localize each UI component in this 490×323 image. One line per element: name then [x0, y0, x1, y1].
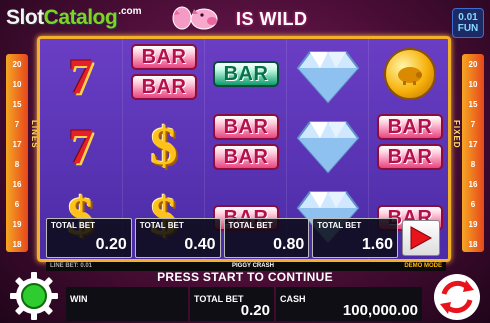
symbol-seven: 7 — [44, 45, 118, 107]
paylines-right-strip: 20 10 15 7 17 8 16 6 19 18 — [462, 54, 484, 252]
spin-button-icon[interactable] — [432, 272, 482, 322]
bet-option-label: TOTAL BET — [228, 221, 273, 230]
cash-value: 100,000.00 — [342, 302, 418, 319]
fun-credit-badge[interactable]: 0.01 FUN — [452, 8, 484, 38]
diamond-icon — [296, 121, 360, 174]
diamond-icon — [296, 51, 360, 104]
win-label: WIN — [70, 294, 88, 304]
fun-value: 0.01 — [458, 12, 478, 23]
symbol-double-bar: BAR BAR — [373, 111, 447, 173]
bar-icon: BAR — [131, 44, 197, 70]
symbol-diamond — [291, 115, 365, 177]
total-bet-value: 0.20 — [240, 302, 270, 319]
bet-option-value: 0.40 — [184, 236, 216, 253]
line-number[interactable]: 10 — [6, 80, 28, 89]
symbol-diamond — [291, 45, 365, 107]
status-message: PRESS START TO CONTINUE — [157, 270, 333, 284]
piggy-coin-icon — [384, 48, 436, 100]
line-number[interactable]: 15 — [6, 100, 28, 109]
paylines-left-strip: 20 10 15 7 17 8 16 6 19 18 — [6, 54, 28, 252]
bet-option-label: TOTAL BET — [139, 221, 184, 230]
line-number[interactable]: 16 — [6, 180, 28, 189]
piggy-wild-icon — [172, 6, 218, 30]
line-number[interactable]: 19 — [6, 220, 28, 229]
game-screen: Slot Catalog .com IS WILD 0.01 FUN 20 10… — [0, 0, 490, 323]
logo-catalog: Catalog — [43, 6, 118, 29]
line-number[interactable]: 19 — [462, 220, 484, 229]
bet-option-0-80[interactable]: TOTAL BET 0.80 — [223, 218, 310, 258]
bar-icon: BAR — [213, 114, 279, 140]
cash-label: CASH — [280, 294, 306, 304]
play-icon — [410, 226, 433, 250]
bet-option-label: TOTAL BET — [51, 221, 95, 230]
win-display: WIN — [66, 287, 188, 321]
slotcatalog-logo: Slot Catalog .com — [6, 6, 142, 36]
seven-icon: 7 — [68, 118, 94, 174]
dollar-icon: $ — [150, 116, 178, 176]
logo-slot: Slot — [6, 6, 44, 29]
bar-icon: BAR — [377, 114, 443, 140]
line-number[interactable]: 18 — [6, 240, 28, 249]
symbol-green-bar: BAR — [209, 43, 283, 105]
logo-com: .com — [118, 6, 142, 17]
settings-gear-icon[interactable] — [8, 270, 60, 322]
line-number[interactable]: 17 — [462, 140, 484, 149]
total-bet-display: TOTAL BET 0.20 — [190, 287, 274, 321]
bet-option-1-60[interactable]: TOTAL BET 1.60 — [312, 218, 398, 258]
bottom-panel: WIN TOTAL BET 0.20 CASH 100,000.00 — [66, 287, 422, 321]
total-bet-label: TOTAL BET — [194, 294, 244, 304]
seven-icon: 7 — [68, 48, 94, 104]
bar-icon: BAR — [377, 144, 443, 170]
bet-option-label: TOTAL BET — [317, 221, 362, 230]
bet-option-value: 1.60 — [361, 236, 393, 253]
bet-option-value: 0.20 — [95, 236, 127, 253]
game-name: PIGGY CRASH — [232, 263, 274, 269]
green-bar-icon: BAR — [213, 61, 279, 87]
line-number[interactable]: 6 — [462, 200, 484, 209]
cash-display: CASH 100,000.00 — [276, 287, 422, 321]
line-number[interactable]: 18 — [462, 240, 484, 249]
fixed-label: FIXED — [452, 120, 461, 149]
bet-option-0-40[interactable]: TOTAL BET 0.40 — [134, 218, 221, 258]
bar-icon: BAR — [131, 74, 197, 100]
line-number[interactable]: 7 — [6, 120, 28, 129]
bet-option-value: 0.80 — [273, 236, 305, 253]
symbol-coin — [373, 43, 447, 105]
line-number[interactable]: 20 — [462, 60, 484, 69]
demo-mode-text: DEMO MODE — [404, 263, 442, 269]
line-number[interactable]: 8 — [6, 160, 28, 169]
symbol-dollar: $ — [127, 115, 201, 177]
line-number[interactable]: 10 — [462, 80, 484, 89]
bet-option-0-20[interactable]: TOTAL BET 0.20 — [46, 218, 132, 258]
symbol-double-bar: BAR BAR — [209, 111, 283, 173]
line-number[interactable]: 8 — [462, 160, 484, 169]
line-number[interactable]: 20 — [6, 60, 28, 69]
symbol-seven: 7 — [44, 115, 118, 177]
play-arrow-button[interactable] — [402, 220, 440, 256]
wild-banner-text: IS WILD — [236, 9, 308, 29]
line-number[interactable]: 15 — [462, 100, 484, 109]
line-number[interactable]: 16 — [462, 180, 484, 189]
bet-selector: TOTAL BET 0.20 TOTAL BET 0.40 TOTAL BET … — [46, 218, 398, 258]
line-number[interactable]: 17 — [6, 140, 28, 149]
symbol-double-bar: BAR BAR — [127, 41, 201, 103]
fun-label: FUN — [457, 23, 479, 34]
line-bet-text: LINE BET: 0.01 — [50, 263, 93, 269]
bar-icon: BAR — [213, 144, 279, 170]
line-number[interactable]: 6 — [6, 200, 28, 209]
line-number[interactable]: 7 — [462, 120, 484, 129]
